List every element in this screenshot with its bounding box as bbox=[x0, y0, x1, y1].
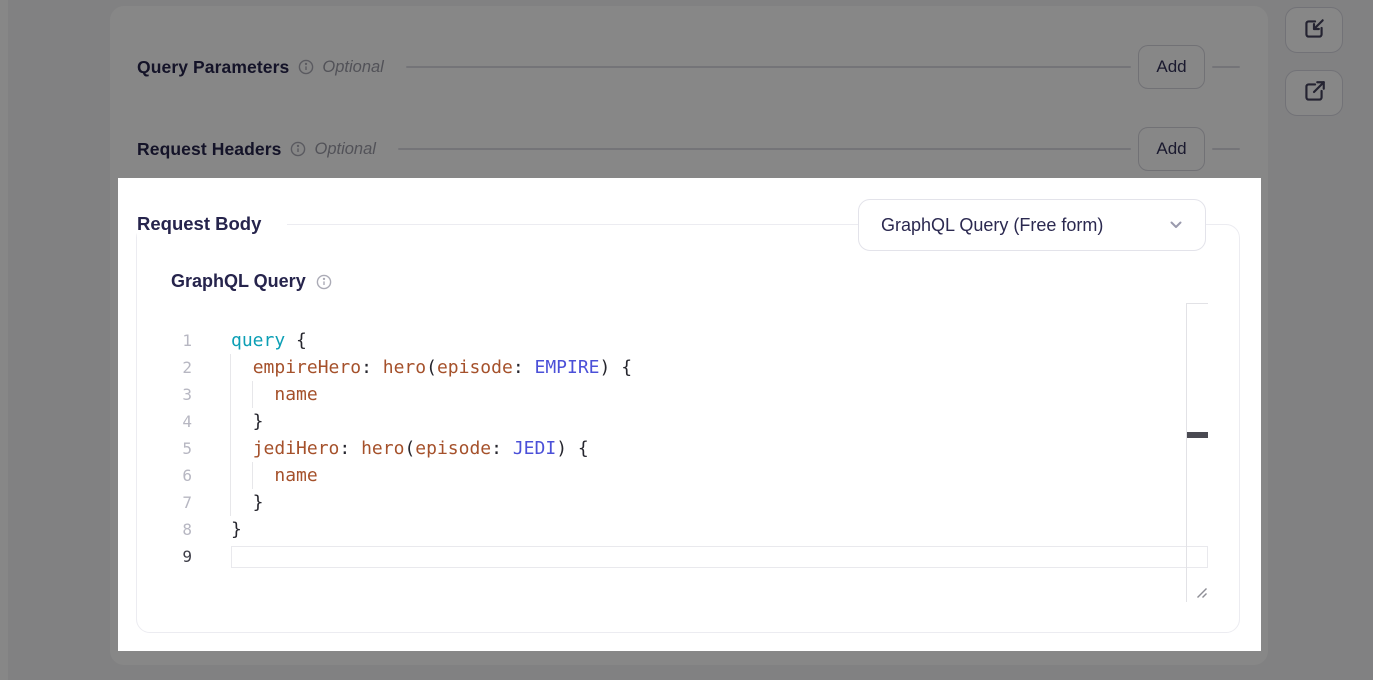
code-line-content[interactable]: jediHero: hero(episode: JEDI) { bbox=[231, 435, 589, 462]
line-number: 2 bbox=[137, 354, 192, 381]
code-line[interactable]: 5 jediHero: hero(episode: JEDI) { bbox=[137, 435, 1184, 462]
code-token: } bbox=[231, 492, 264, 513]
code-line[interactable]: 7 } bbox=[137, 489, 1184, 516]
code-token: jediHero bbox=[253, 438, 340, 459]
body-type-select[interactable]: GraphQL Query (Free form) bbox=[858, 199, 1206, 251]
code-token: episode bbox=[437, 357, 513, 378]
code-line-content[interactable]: } bbox=[231, 408, 264, 435]
line-number: 9 bbox=[137, 543, 192, 570]
code-line[interactable]: 6 name bbox=[137, 462, 1184, 489]
code-token: empireHero bbox=[253, 357, 361, 378]
code-token: hero bbox=[361, 438, 404, 459]
line-number: 4 bbox=[137, 408, 192, 435]
graphql-query-label: GraphQL Query bbox=[171, 271, 306, 292]
line-number: 1 bbox=[137, 327, 192, 354]
code-line[interactable]: 4 } bbox=[137, 408, 1184, 435]
request-body-title: Request Body bbox=[137, 205, 287, 244]
body-type-selected-value: GraphQL Query (Free form) bbox=[881, 215, 1167, 236]
code-line-content[interactable]: empireHero: hero(episode: EMPIRE) { bbox=[231, 354, 632, 381]
code-token: : bbox=[339, 438, 361, 459]
line-number: 5 bbox=[137, 435, 192, 462]
code-token: : bbox=[361, 357, 383, 378]
code-line[interactable]: 2 empireHero: hero(episode: EMPIRE) { bbox=[137, 354, 1184, 381]
code-line-content[interactable]: name bbox=[231, 462, 318, 489]
code-token: ) { bbox=[556, 438, 589, 459]
graphql-query-panel: GraphQL Query 1query {2 empireHero: hero… bbox=[136, 224, 1240, 633]
code-token: name bbox=[274, 384, 317, 405]
code-token: episode bbox=[415, 438, 491, 459]
code-token: name bbox=[274, 465, 317, 486]
code-line[interactable]: 3 name bbox=[137, 381, 1184, 408]
graphql-code-editor[interactable]: 1query {2 empireHero: hero(episode: EMPI… bbox=[137, 303, 1184, 570]
line-number: 3 bbox=[137, 381, 192, 408]
page-background: Query Parameters Optional Add Request He… bbox=[0, 0, 1373, 680]
indent-guide bbox=[230, 354, 231, 516]
line-number: 6 bbox=[137, 462, 192, 489]
code-token: EMPIRE bbox=[535, 357, 600, 378]
code-token: JEDI bbox=[513, 438, 556, 459]
code-token: : bbox=[513, 357, 535, 378]
code-line-content[interactable]: query { bbox=[231, 327, 307, 354]
code-line[interactable]: 1 query { bbox=[137, 327, 1184, 354]
code-token: } bbox=[231, 411, 264, 432]
indent-guide bbox=[252, 462, 253, 489]
info-icon bbox=[316, 274, 332, 290]
code-token: ( bbox=[426, 357, 437, 378]
code-token: } bbox=[231, 519, 242, 540]
resize-handle-icon[interactable] bbox=[1195, 586, 1208, 604]
scrollbar-thumb[interactable] bbox=[1187, 432, 1208, 438]
line-number: 7 bbox=[137, 489, 192, 516]
code-token bbox=[231, 438, 253, 459]
indent-guide bbox=[252, 381, 253, 408]
code-line[interactable]: 9 bbox=[137, 543, 1184, 570]
editor-scrollbar[interactable] bbox=[1186, 303, 1208, 602]
code-token: ) { bbox=[600, 357, 633, 378]
code-token: { bbox=[285, 330, 307, 351]
request-body-spotlight: GraphQL Query 1query {2 empireHero: hero… bbox=[118, 178, 1261, 651]
code-line-content[interactable]: name bbox=[231, 381, 318, 408]
active-code-line[interactable] bbox=[231, 546, 1208, 568]
code-token: hero bbox=[383, 357, 426, 378]
line-number: 8 bbox=[137, 516, 192, 543]
code-token bbox=[231, 357, 253, 378]
chevron-down-icon bbox=[1167, 216, 1185, 234]
code-line[interactable]: 8} bbox=[137, 516, 1184, 543]
code-token: : bbox=[491, 438, 513, 459]
code-line-content[interactable]: } bbox=[231, 489, 264, 516]
code-token: query bbox=[231, 330, 285, 351]
code-token: ( bbox=[404, 438, 415, 459]
code-line-content[interactable]: } bbox=[231, 516, 242, 543]
graphql-query-label-row: GraphQL Query bbox=[171, 271, 332, 292]
